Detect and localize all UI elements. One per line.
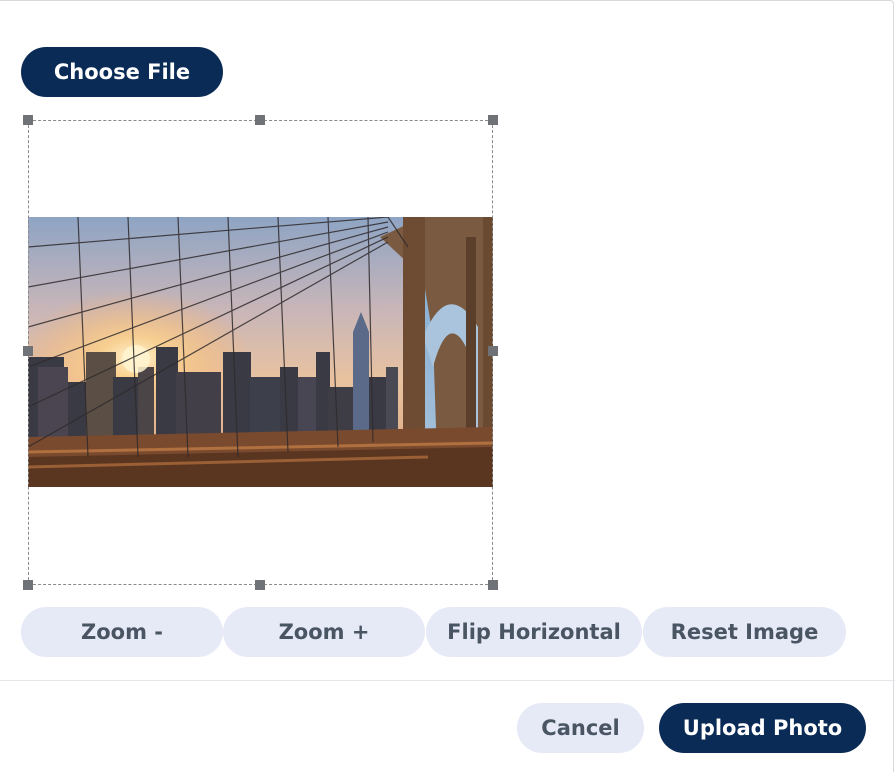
crop-handle-bottom-right[interactable] (488, 580, 498, 590)
cancel-button[interactable]: Cancel (517, 703, 644, 753)
reset-image-button[interactable]: Reset Image (643, 607, 846, 657)
crop-handle-bottom[interactable] (255, 580, 265, 590)
choose-file-button[interactable]: Choose File (21, 47, 223, 97)
zoom-in-button[interactable]: Zoom + (223, 607, 425, 657)
crop-handle-top-left[interactable] (23, 115, 33, 125)
upload-photo-button[interactable]: Upload Photo (659, 703, 866, 753)
zoom-out-button[interactable]: Zoom - (21, 607, 223, 657)
crop-handle-right[interactable] (488, 346, 498, 356)
footer-divider (0, 680, 895, 681)
photo-upload-dialog: Choose File Zoom - Zoom + Flip Horizonta… (0, 0, 895, 772)
crop-frame (28, 120, 493, 585)
flip-horizontal-button[interactable]: Flip Horizontal (426, 607, 642, 657)
crop-handle-bottom-left[interactable] (23, 580, 33, 590)
crop-handle-top[interactable] (255, 115, 265, 125)
crop-handle-top-right[interactable] (488, 115, 498, 125)
image-crop-area[interactable] (23, 115, 498, 590)
crop-handle-left[interactable] (23, 346, 33, 356)
